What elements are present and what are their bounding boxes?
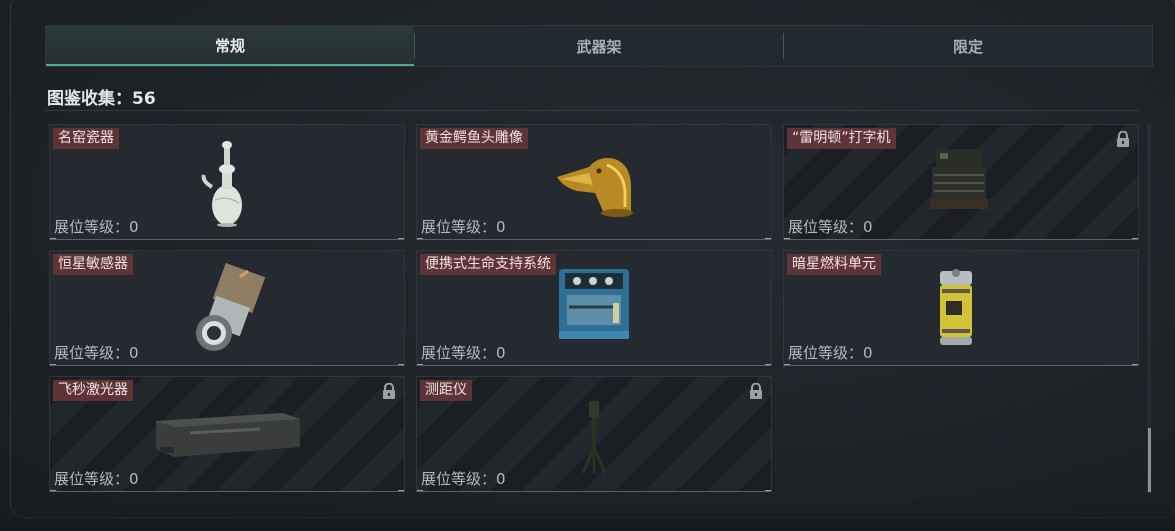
scrollbar-thumb[interactable] <box>1148 428 1151 492</box>
corner-mark <box>398 364 404 365</box>
corner-mark <box>784 364 790 365</box>
corner-mark <box>1132 364 1138 365</box>
corner-mark <box>765 364 771 365</box>
item-level: 展位等级：0 <box>421 470 506 488</box>
item-name: 黄金鳄鱼头雕像 <box>420 128 528 149</box>
item-card-porcelain[interactable]: 名窑瓷器 展位等级：0 <box>49 124 405 240</box>
item-name: 名窑瓷器 <box>53 128 119 149</box>
item-card-rangefinder[interactable]: 测距仪 展位等级：0 <box>416 376 772 492</box>
corner-mark <box>417 364 423 365</box>
item-name: “雷明顿”打字机 <box>787 128 896 149</box>
item-level: 展位等级：0 <box>54 218 139 236</box>
item-name: 恒星敏感器 <box>53 254 133 275</box>
corner-mark <box>765 238 771 239</box>
item-name: 测距仪 <box>420 380 472 401</box>
lock-icon <box>750 383 762 399</box>
corner-mark <box>50 238 56 239</box>
corner-mark <box>50 490 56 491</box>
item-name: 暗星燃料单元 <box>787 254 881 275</box>
corner-mark <box>417 238 423 239</box>
corner-mark <box>417 490 423 491</box>
item-card-fuel-cell[interactable]: 暗星燃料单元 展位等级：0 <box>783 250 1139 366</box>
corner-mark <box>50 364 56 365</box>
item-level: 展位等级：0 <box>788 344 873 362</box>
item-card-crocodile[interactable]: 黄金鳄鱼头雕像 展位等级：0 <box>416 124 772 240</box>
item-level: 展位等级：0 <box>421 218 506 236</box>
lock-icon <box>383 383 395 399</box>
item-name: 便携式生命支持系统 <box>420 254 556 275</box>
corner-mark <box>398 238 404 239</box>
item-level: 展位等级：0 <box>54 344 139 362</box>
tab-limited[interactable]: 限定 <box>784 26 1152 66</box>
collection-count: 图鉴收集：56 <box>47 89 156 109</box>
item-card-typewriter[interactable]: “雷明顿”打字机 展位等级：0 <box>783 124 1139 240</box>
divider <box>45 110 1140 111</box>
item-level: 展位等级：0 <box>788 218 873 236</box>
tab-weapon-rack[interactable]: 武器架 <box>415 26 783 66</box>
item-level: 展位等级：0 <box>421 344 506 362</box>
item-name: 飞秒激光器 <box>53 380 133 401</box>
lock-icon <box>1117 131 1129 147</box>
bottom-shade <box>0 500 1175 531</box>
category-tabs: 常规 武器架 限定 <box>45 25 1153 67</box>
item-card-star-sensor[interactable]: 恒星敏感器 展位等级：0 <box>49 250 405 366</box>
tab-regular[interactable]: 常规 <box>46 26 414 66</box>
corner-mark <box>1132 238 1138 239</box>
collection-panel: 常规 武器架 限定 图鉴收集：56 名窑瓷器 展位等级：0 黄金鳄鱼头雕像 展位… <box>0 0 1175 531</box>
item-card-life-support[interactable]: 便携式生命支持系统 展位等级：0 <box>416 250 772 366</box>
item-card-laser[interactable]: 飞秒激光器 展位等级：0 <box>49 376 405 492</box>
corner-mark <box>398 490 404 491</box>
corner-mark <box>765 490 771 491</box>
item-level: 展位等级：0 <box>54 470 139 488</box>
corner-mark <box>784 238 790 239</box>
